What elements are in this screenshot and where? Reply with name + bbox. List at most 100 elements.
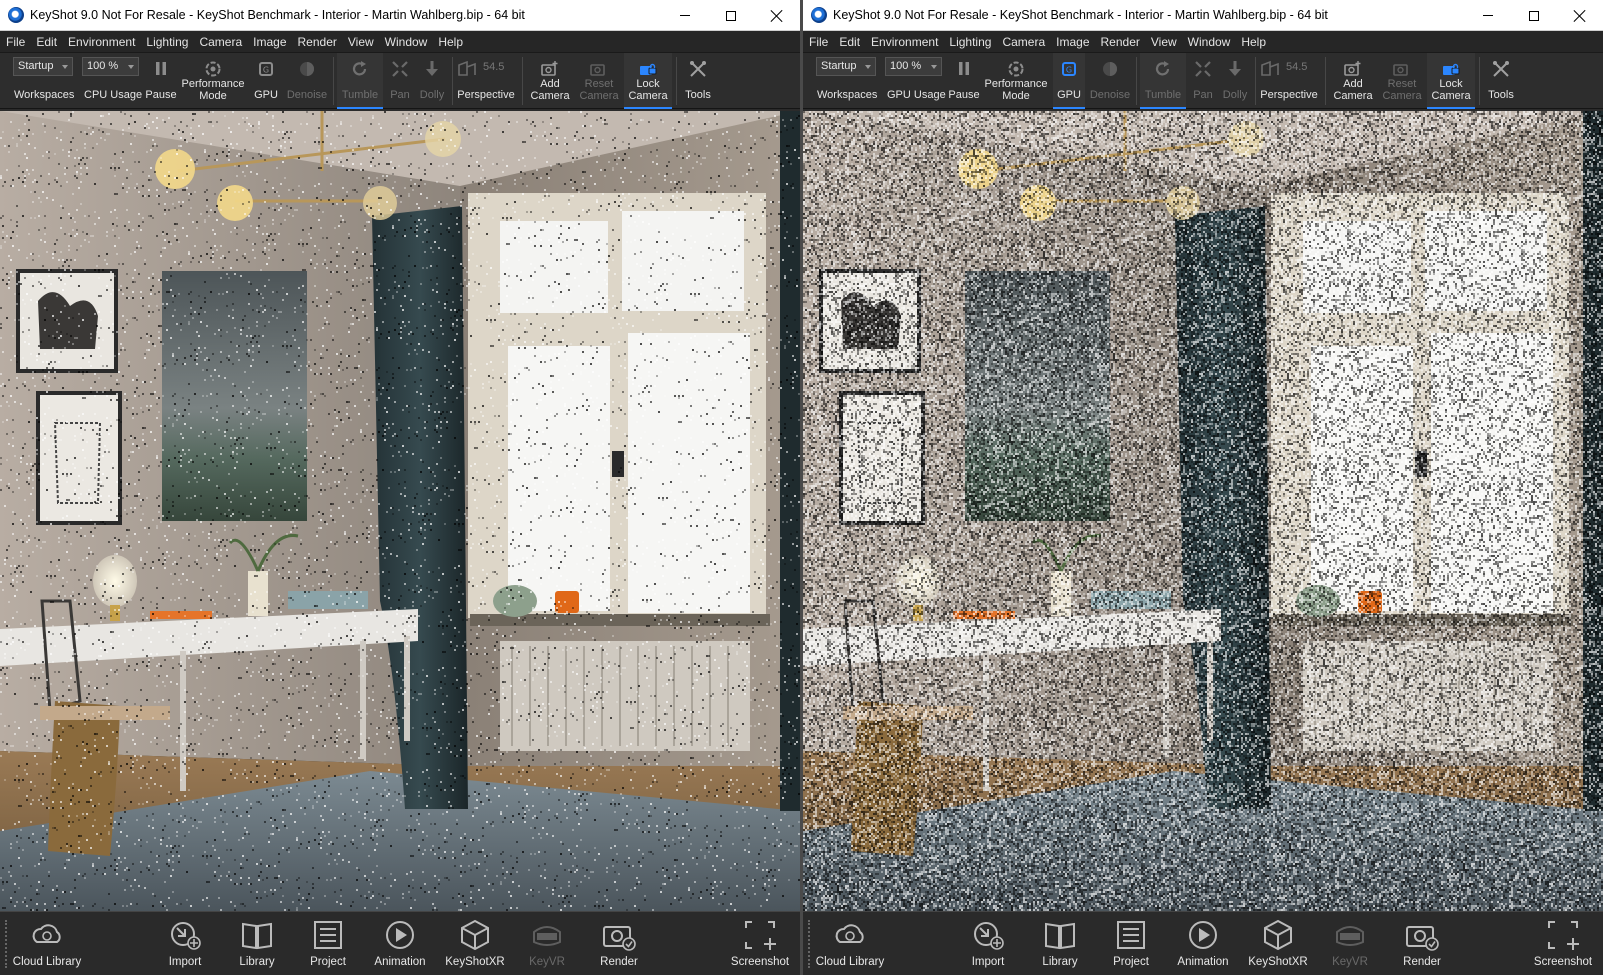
- maximize-button[interactable]: [708, 0, 754, 31]
- maximize-button[interactable]: [1511, 0, 1557, 31]
- usage-dropdown[interactable]: 100 %: [885, 57, 942, 76]
- render-viewport[interactable]: [803, 111, 1603, 911]
- add-camera-line2: Camera: [530, 90, 570, 102]
- animation-button[interactable]: Animation: [370, 912, 430, 975]
- pan-button[interactable]: Pan: [385, 53, 415, 109]
- add-camera-button[interactable]: Add Camera: [1328, 53, 1378, 109]
- workspace-dropdown[interactable]: Startup: [13, 57, 73, 76]
- menu-edit[interactable]: Edit: [839, 35, 860, 49]
- menu-help[interactable]: Help: [438, 35, 463, 49]
- render-viewport[interactable]: [0, 111, 800, 911]
- performance-mode-button[interactable]: Performance Mode: [180, 53, 246, 109]
- menu-render[interactable]: Render: [1101, 35, 1140, 49]
- dolly-arrow-icon: [426, 61, 438, 76]
- reset-camera-button[interactable]: Reset Camera: [575, 53, 623, 109]
- menu-edit[interactable]: Edit: [36, 35, 57, 49]
- denoise-button[interactable]: Denoise: [285, 53, 329, 109]
- menu-window[interactable]: Window: [1188, 35, 1231, 49]
- minimize-button[interactable]: [1465, 0, 1511, 31]
- menu-image[interactable]: Image: [1056, 35, 1089, 49]
- keyshotxr-button[interactable]: KeyShotXR: [1243, 912, 1313, 975]
- gpu-label: GPU: [1057, 89, 1081, 101]
- lamp-base: [913, 605, 923, 621]
- render-button[interactable]: Render: [594, 912, 644, 975]
- gpu-button[interactable]: G GPU: [1053, 53, 1085, 109]
- perspective-button[interactable]: 54.5 Perspective: [455, 53, 517, 109]
- screenshot-label: Screenshot: [730, 956, 790, 968]
- project-button[interactable]: Project: [1106, 912, 1156, 975]
- library-book-icon: [242, 922, 272, 950]
- cloud-library-button[interactable]: Cloud Library: [815, 912, 885, 975]
- keyshotxr-button[interactable]: KeyShotXR: [440, 912, 510, 975]
- workspaces-label: Workspaces: [817, 89, 878, 101]
- import-button[interactable]: Import: [963, 912, 1013, 975]
- usage-dropdown[interactable]: 100 %: [82, 57, 139, 76]
- chevron-down-icon: [62, 65, 68, 69]
- menu-lighting[interactable]: Lighting: [146, 35, 188, 49]
- fov-value: 54.5: [483, 61, 505, 73]
- minimize-icon: [680, 15, 690, 16]
- gpu-button[interactable]: G GPU: [250, 53, 282, 109]
- close-button[interactable]: [1557, 0, 1603, 31]
- menu-bar: File Edit Environment Lighting Camera Im…: [0, 31, 800, 53]
- cloud-library-button[interactable]: Cloud Library: [12, 912, 82, 975]
- performance-label-line1: Performance: [181, 78, 245, 90]
- denoise-button[interactable]: Denoise: [1088, 53, 1132, 109]
- chevron-down-icon: [128, 65, 134, 69]
- pause-button[interactable]: Pause: [947, 53, 981, 109]
- stack-of-books: [1091, 591, 1171, 609]
- menu-view[interactable]: View: [1151, 35, 1177, 49]
- lock-camera-button[interactable]: Lock Camera: [1427, 53, 1475, 109]
- reset-camera-button[interactable]: Reset Camera: [1378, 53, 1426, 109]
- menu-image[interactable]: Image: [253, 35, 286, 49]
- performance-label-line2: Mode: [1002, 90, 1030, 102]
- orange-tray: [150, 611, 212, 619]
- tools-button[interactable]: Tools: [1482, 53, 1520, 109]
- menu-view[interactable]: View: [348, 35, 374, 49]
- menu-help[interactable]: Help: [1241, 35, 1266, 49]
- minimize-button[interactable]: [662, 0, 708, 31]
- dolly-button[interactable]: Dolly: [415, 53, 449, 109]
- tools-button[interactable]: Tools: [679, 53, 717, 109]
- menu-camera[interactable]: Camera: [1002, 35, 1045, 49]
- workspace-dropdown[interactable]: Startup: [816, 57, 876, 76]
- lock-camera-button[interactable]: Lock Camera: [624, 53, 672, 109]
- library-button[interactable]: Library: [1035, 912, 1085, 975]
- animation-button[interactable]: Animation: [1173, 912, 1233, 975]
- toolbar-separator: [1136, 57, 1137, 105]
- pan-button[interactable]: Pan: [1188, 53, 1218, 109]
- menu-environment[interactable]: Environment: [68, 35, 135, 49]
- gpu-label: GPU: [254, 89, 278, 101]
- tumble-button[interactable]: Tumble: [337, 53, 383, 109]
- dolly-button[interactable]: Dolly: [1218, 53, 1252, 109]
- menu-environment[interactable]: Environment: [871, 35, 938, 49]
- lock-camera-line2: Camera: [628, 90, 668, 102]
- tumble-button[interactable]: Tumble: [1140, 53, 1186, 109]
- add-camera-button[interactable]: Add Camera: [525, 53, 575, 109]
- import-button[interactable]: Import: [160, 912, 210, 975]
- project-button[interactable]: Project: [303, 912, 353, 975]
- screenshot-button[interactable]: Screenshot: [725, 912, 795, 975]
- menu-render[interactable]: Render: [298, 35, 337, 49]
- render-camera-icon: [603, 926, 636, 951]
- lock-camera-line1: Lock: [1439, 78, 1463, 90]
- menu-camera[interactable]: Camera: [199, 35, 242, 49]
- keyvr-button[interactable]: KeyVR: [1325, 912, 1375, 975]
- close-button[interactable]: [754, 0, 800, 31]
- animation-play-icon: [1189, 921, 1217, 949]
- render-button[interactable]: Render: [1397, 912, 1447, 975]
- import-label: Import: [168, 956, 202, 968]
- pause-button[interactable]: Pause: [144, 53, 178, 109]
- menu-file[interactable]: File: [809, 35, 828, 49]
- menu-window[interactable]: Window: [385, 35, 428, 49]
- perspective-button[interactable]: 54.5 Perspective: [1258, 53, 1320, 109]
- reset-camera-line1: Reset: [1387, 78, 1417, 90]
- library-button[interactable]: Library: [232, 912, 282, 975]
- screenshot-icon: [1548, 921, 1579, 950]
- menu-lighting[interactable]: Lighting: [949, 35, 991, 49]
- keyvr-button[interactable]: KeyVR: [522, 912, 572, 975]
- menu-file[interactable]: File: [6, 35, 25, 49]
- performance-mode-button[interactable]: Performance Mode: [983, 53, 1049, 109]
- screenshot-button[interactable]: Screenshot: [1528, 912, 1598, 975]
- render-label: Render: [600, 956, 638, 968]
